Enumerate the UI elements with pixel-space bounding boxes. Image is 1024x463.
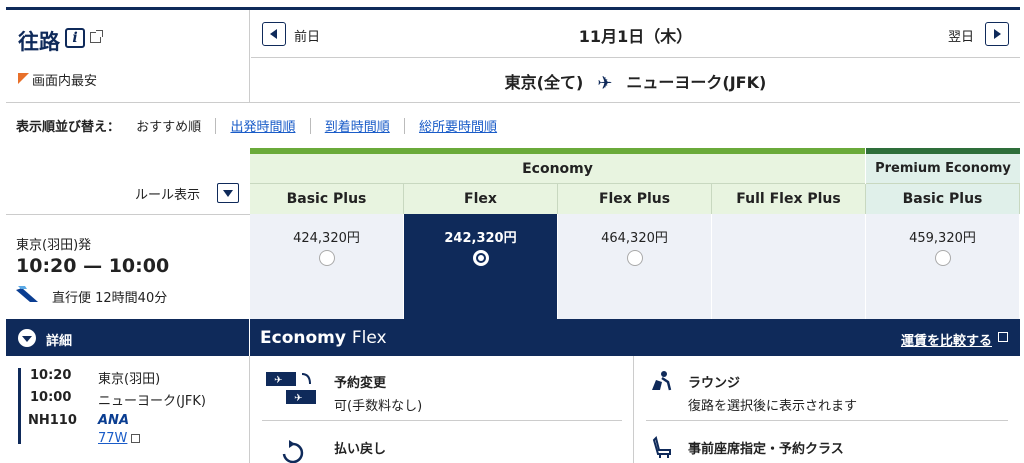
rule-toggle-label[interactable]: ルール表示 [135, 184, 200, 203]
condition-value: 可(手数料なし) [334, 399, 423, 414]
next-day-label[interactable]: 翌日 [948, 26, 974, 45]
fare-column-basic-plus: Basic Plus [250, 184, 404, 214]
cheapest-legend: 画面内最安 [32, 74, 98, 89]
segment-arrival-time: 10:00 [30, 390, 72, 405]
cabin-premium-header: Premium Economy [866, 154, 1020, 184]
flight-type-duration: 直行便 12時間40分 [52, 291, 168, 306]
svg-text:✈: ✈ [294, 393, 302, 404]
column-divider [249, 356, 250, 463]
flight-times: 10:20 — 10:00 [16, 255, 170, 277]
condition-title: ラウンジ [688, 376, 741, 391]
fare-option[interactable]: 424,320円 [250, 214, 404, 319]
compare-fares-link[interactable]: 運賃を比較する [901, 330, 992, 349]
fare-option-selected[interactable]: 242,320円 [404, 214, 558, 319]
fare-column-premium-basic-plus: Basic Plus [866, 184, 1020, 214]
fare-radio[interactable] [472, 250, 489, 266]
segment-departure-time: 10:20 [30, 368, 72, 383]
fare-radio[interactable] [318, 250, 335, 266]
sort-bar: 表示順並び替え： おすすめ順 出発時間順 到着時間順 総所要時間順 [16, 116, 507, 135]
fare-option[interactable]: 459,320円 [866, 214, 1020, 319]
sort-current: おすすめ順 [136, 120, 202, 135]
cheapest-flag-icon [18, 73, 29, 84]
sort-separator [403, 118, 405, 134]
fare-price: 459,320円 [909, 231, 976, 246]
fare-column-flex: Flex [404, 184, 558, 214]
segment-arrival-city: ニューヨーク(JFK) [98, 394, 206, 409]
external-link-icon[interactable] [998, 332, 1008, 342]
fare-detail-header: Economy Flex 運賃を比較する [250, 319, 1020, 356]
ticket-change-icon: ✈ ✈ [266, 372, 316, 404]
condition-value: 復路を選択後に表示されます [688, 399, 858, 414]
detail-toggle[interactable]: 詳細 [6, 319, 249, 356]
fare-radio[interactable] [934, 250, 951, 266]
chevron-down-icon [223, 190, 233, 197]
row-divider [646, 420, 1008, 421]
sort-label: 表示順並び替え： [16, 120, 121, 135]
chevron-down-circle-icon [18, 329, 36, 347]
cabin-economy-header: Economy [250, 154, 865, 184]
selected-date: 11月1日（木） [578, 27, 693, 46]
chevron-right-icon [994, 29, 1001, 39]
fare-price: 242,320円 [444, 231, 517, 246]
aircraft-link[interactable]: 77W [98, 431, 127, 446]
condition-title: 予約変更 [334, 376, 387, 391]
svg-text:✈: ✈ [274, 375, 282, 386]
sort-separator [309, 118, 311, 134]
external-link-icon[interactable] [90, 30, 103, 43]
row-divider [6, 214, 250, 215]
segment-line [18, 368, 21, 444]
segment-departure-city: 東京(羽田) [98, 372, 161, 387]
route-summary: 東京(全て) ✈ ニューヨーク(JFK) [251, 59, 1020, 102]
refund-icon [282, 440, 304, 463]
sort-by-arrival[interactable]: 到着時間順 [325, 120, 390, 135]
fare-price: 424,320円 [293, 231, 360, 246]
date-navigation: 前日 11月1日（木） 翌日 [251, 10, 1020, 58]
lounge-icon [652, 371, 672, 391]
sort-separator [215, 118, 217, 134]
sort-by-duration[interactable]: 総所要時間順 [419, 120, 497, 135]
airline-name: ANA [98, 413, 130, 428]
departure-airport: 東京(羽田)発 [16, 238, 92, 253]
fare-column-full-flex-plus: Full Flex Plus [712, 184, 866, 214]
fare-column-flex-plus: Flex Plus [558, 184, 712, 214]
route-origin: 東京(全て) [504, 73, 584, 92]
route-header: 往路 i 画面内最安 [6, 10, 250, 102]
info-icon[interactable]: i [65, 28, 85, 48]
condition-title: 払い戻し [334, 442, 387, 457]
row-divider [262, 420, 622, 421]
detail-toggle-label: 詳細 [46, 334, 73, 349]
airplane-icon: ✈ [597, 73, 613, 94]
fare-option-unavailable [712, 214, 866, 319]
column-divider [633, 356, 634, 463]
condition-title: 事前座席指定・予約クラス [688, 442, 844, 457]
fare-detail-title: Economy Flex [260, 328, 387, 348]
external-link-icon[interactable] [131, 434, 140, 443]
seat-icon [652, 436, 671, 458]
fare-radio[interactable] [626, 250, 643, 266]
fare-option[interactable]: 464,320円 [558, 214, 712, 319]
route-destination: ニューヨーク(JFK) [626, 73, 767, 92]
ana-logo-icon [16, 286, 38, 302]
flight-number: NH110 [28, 413, 77, 428]
fare-price: 464,320円 [601, 231, 668, 246]
next-day-button[interactable] [985, 22, 1009, 46]
header-divider [6, 102, 1020, 103]
sort-by-departure[interactable]: 出発時間順 [230, 120, 295, 135]
rule-toggle-button[interactable] [217, 183, 239, 203]
page-title: 往路 [18, 30, 60, 54]
